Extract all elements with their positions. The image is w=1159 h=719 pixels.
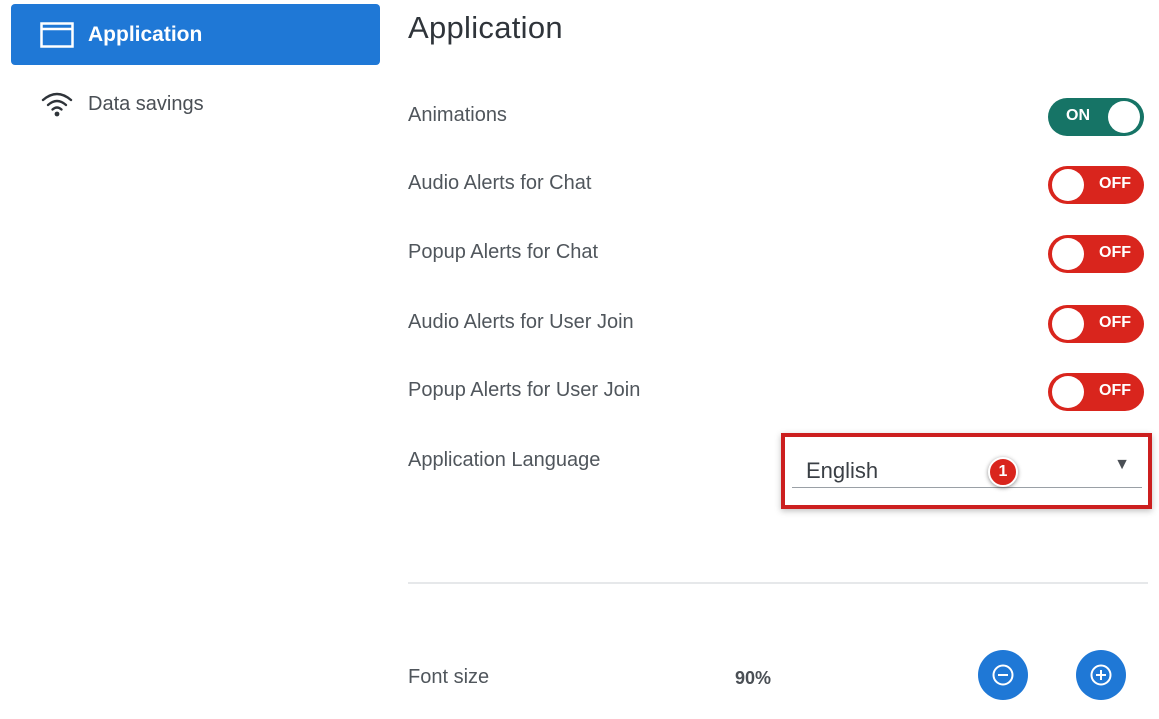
setting-row-popup-alerts-chat: Popup Alerts for Chat OFF bbox=[408, 233, 1148, 273]
toggle-knob bbox=[1052, 238, 1084, 270]
toggle-state: OFF bbox=[1099, 244, 1131, 261]
setting-label: Application Language bbox=[408, 449, 601, 471]
toggle-state: OFF bbox=[1099, 314, 1131, 331]
setting-label: Audio Alerts for User Join bbox=[408, 311, 634, 333]
setting-label: Popup Alerts for User Join bbox=[408, 379, 641, 401]
settings-panel: Application Animations ON Audio Alerts f… bbox=[408, 0, 1159, 719]
toggle-knob bbox=[1108, 101, 1140, 133]
step-marker-badge: 1 bbox=[988, 457, 1018, 487]
setting-label: Audio Alerts for Chat bbox=[408, 172, 592, 194]
popup-alerts-user-join-toggle[interactable]: OFF bbox=[1048, 373, 1144, 411]
sidebar-item-label: Application bbox=[88, 22, 203, 46]
audio-alerts-user-join-toggle[interactable]: OFF bbox=[1048, 305, 1144, 343]
setting-row-audio-alerts-chat: Audio Alerts for Chat OFF bbox=[408, 164, 1148, 204]
toggle-knob bbox=[1052, 376, 1084, 408]
window-icon bbox=[38, 20, 76, 50]
audio-alerts-chat-toggle[interactable]: OFF bbox=[1048, 166, 1144, 204]
sidebar: Application Data savings bbox=[0, 0, 390, 719]
animations-toggle[interactable]: ON bbox=[1048, 98, 1144, 136]
setting-row-audio-alerts-user-join: Audio Alerts for User Join OFF bbox=[408, 303, 1148, 343]
plus-circle-icon bbox=[1090, 664, 1112, 686]
wifi-icon bbox=[38, 89, 76, 119]
toggle-state: OFF bbox=[1099, 382, 1131, 399]
setting-row-animations: Animations ON bbox=[408, 96, 1148, 136]
popup-alerts-chat-toggle[interactable]: OFF bbox=[1048, 235, 1144, 273]
font-size-value: 90% bbox=[735, 668, 772, 688]
setting-row-font-size: Font size 90% bbox=[408, 650, 1148, 702]
divider bbox=[408, 582, 1148, 584]
decrease-font-button[interactable] bbox=[978, 650, 1028, 700]
toggle-knob bbox=[1052, 169, 1084, 201]
increase-font-button[interactable] bbox=[1076, 650, 1126, 700]
page-title: Application bbox=[408, 10, 563, 45]
setting-row-popup-alerts-user-join: Popup Alerts for User Join OFF bbox=[408, 371, 1148, 411]
sidebar-item-data-savings[interactable]: Data savings bbox=[11, 73, 380, 135]
setting-label: Animations bbox=[408, 104, 507, 126]
caret-down-icon: ▼ bbox=[1114, 456, 1130, 473]
setting-label: Popup Alerts for Chat bbox=[408, 241, 599, 263]
toggle-state: ON bbox=[1066, 107, 1090, 124]
minus-circle-icon bbox=[992, 664, 1014, 686]
language-select-value: English bbox=[806, 458, 879, 483]
sidebar-item-label: Data savings bbox=[88, 92, 204, 115]
setting-label: Font size bbox=[408, 666, 490, 688]
toggle-state: OFF bbox=[1099, 175, 1131, 192]
toggle-knob bbox=[1052, 308, 1084, 340]
sidebar-item-application[interactable]: Application bbox=[11, 4, 380, 65]
language-select[interactable]: English ▼ bbox=[792, 446, 1142, 488]
